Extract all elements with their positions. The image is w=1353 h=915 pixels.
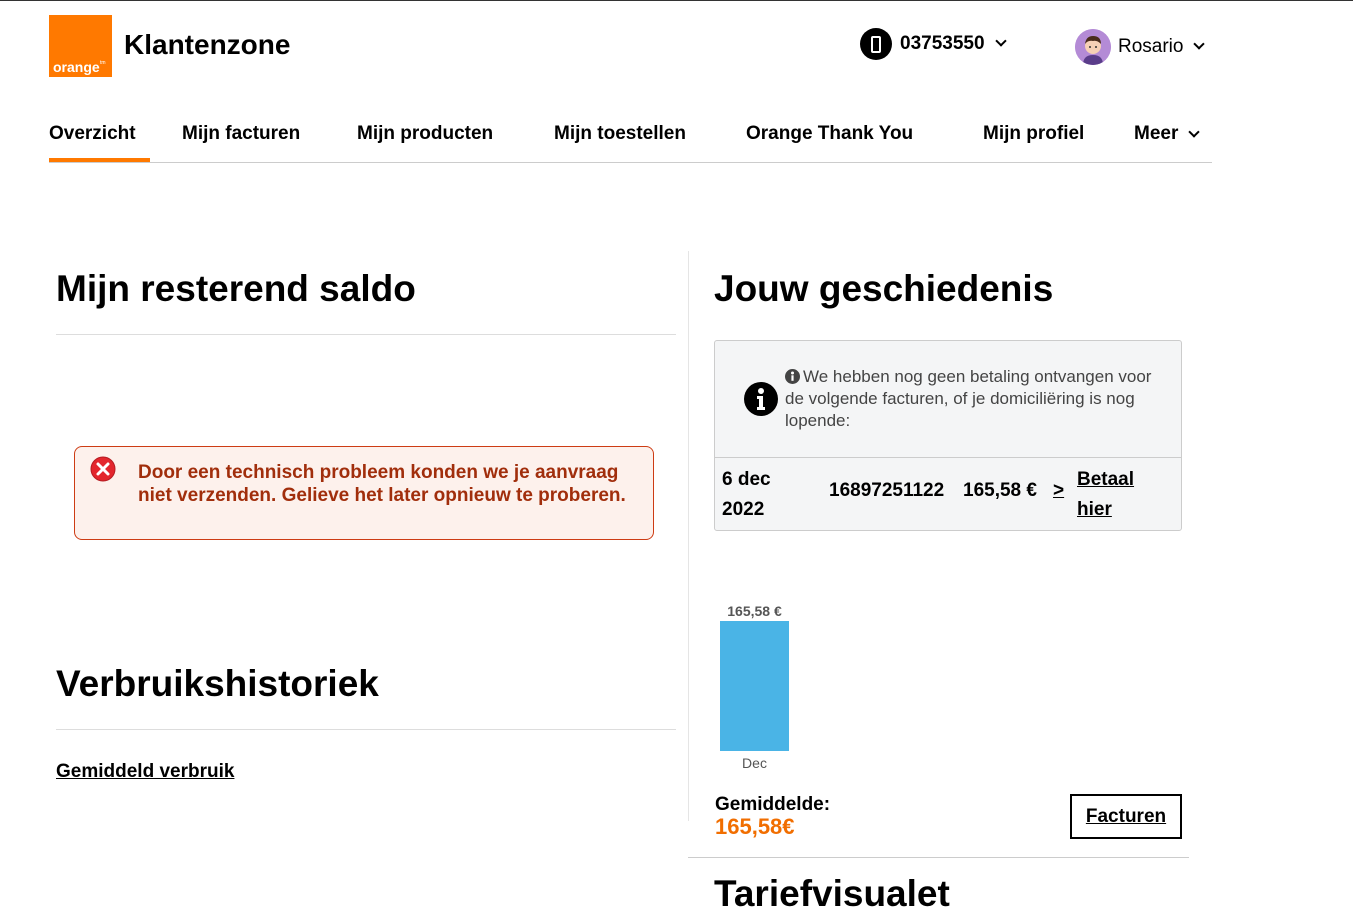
average-label: Gemiddelde:	[715, 794, 831, 815]
chevron-down-icon	[994, 35, 1007, 47]
tab-meer[interactable]: Meer	[1134, 123, 1201, 145]
info-icon	[744, 382, 778, 416]
chart-data-label: 165,58 €	[727, 603, 782, 619]
logo-text: orange	[53, 59, 100, 75]
invoice-arrow-link[interactable]: >	[1053, 480, 1064, 502]
invoices-button[interactable]: Facturen	[1070, 794, 1182, 839]
balance-title: Mijn resterend saldo	[56, 268, 416, 309]
average-usage-link[interactable]: Gemiddeld verbruik	[56, 761, 234, 783]
error-message: Door een technisch probleem konden we je…	[138, 462, 626, 506]
error-icon	[90, 456, 116, 482]
tab-mijn-toestellen[interactable]: Mijn toestellen	[554, 123, 686, 145]
history-title: Jouw geschiedenis	[714, 268, 1054, 309]
tab-mijn-facturen[interactable]: Mijn facturen	[182, 123, 300, 145]
tab-mijn-profiel[interactable]: Mijn profiel	[983, 123, 1084, 145]
divider	[56, 334, 676, 335]
next-section-title: Tariefvisualet	[714, 873, 950, 914]
usage-title: Verbruikshistoriek	[56, 663, 379, 704]
column-divider	[688, 251, 689, 821]
unpaid-invoices-box: We hebben nog geen betaling ontvangen vo…	[714, 340, 1182, 531]
invoice-amount: 165,58 €	[963, 480, 1037, 501]
orange-logo[interactable]: orange tm	[49, 15, 112, 77]
invoice-number: 16897251122	[829, 480, 945, 501]
average-value: 165,58€	[715, 814, 795, 839]
info-small-icon	[785, 369, 800, 384]
avatar	[1075, 29, 1111, 65]
divider	[56, 729, 676, 730]
chart-tick-label: Dec	[742, 755, 767, 771]
user-menu[interactable]: Rosario	[1075, 29, 1206, 65]
invoice-history-chart: 165,58 € Dec	[720, 603, 789, 771]
tab-mijn-producten[interactable]: Mijn producten	[357, 123, 493, 145]
user-name: Rosario	[1118, 36, 1184, 57]
chevron-down-icon	[1193, 38, 1206, 50]
phone-selector[interactable]: 03753550	[860, 28, 1007, 60]
phone-number: 03753550	[900, 33, 985, 54]
error-alert: Door een technisch probleem konden we je…	[74, 446, 654, 540]
info-message-text: We hebben nog geen betaling ontvangen vo…	[785, 367, 1152, 430]
chart-bar	[720, 621, 789, 751]
main-nav: Overzicht Mijn facturen Mijn producten M…	[49, 105, 1212, 163]
divider	[715, 457, 1181, 458]
app-title: Klantenzone	[124, 29, 291, 60]
tab-orange-thank-you[interactable]: Orange Thank You	[746, 123, 913, 145]
mobile-phone-icon	[860, 28, 892, 60]
tab-overzicht[interactable]: Overzicht	[49, 123, 136, 145]
logo-trademark: tm	[100, 60, 106, 66]
invoice-date: 6 dec 2022	[722, 469, 771, 520]
divider	[688, 857, 1189, 858]
chevron-down-icon	[1188, 126, 1201, 138]
tab-meer-label: Meer	[1134, 123, 1179, 144]
pay-here-link[interactable]: Betaal hier	[1077, 465, 1157, 525]
active-tab-indicator	[49, 158, 150, 162]
info-message: We hebben nog geen betaling ontvangen vo…	[785, 366, 1165, 432]
